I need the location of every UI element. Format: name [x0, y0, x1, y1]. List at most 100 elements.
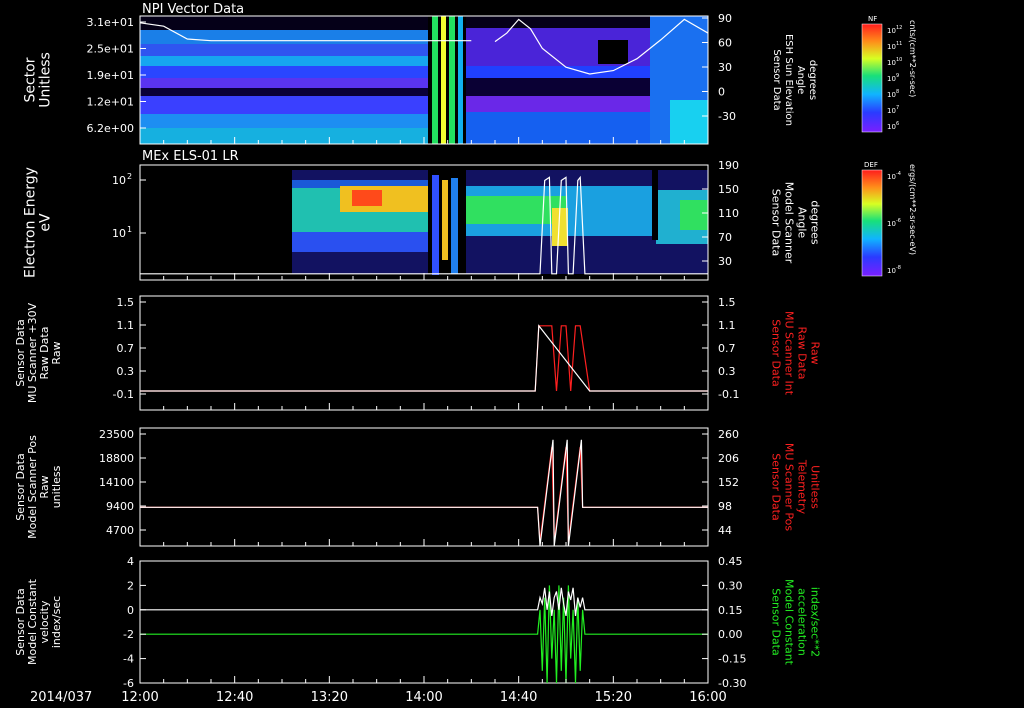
time-tick-label: 14:00 — [405, 690, 442, 705]
scanner_pos-y2tick-label: 44 — [718, 524, 732, 537]
model_const-series-line — [140, 587, 708, 617]
time-tick-label: 16:00 — [689, 690, 726, 705]
scanner_pos-ylabel-line: unitless — [50, 465, 63, 508]
scanner_pos-y2label-line: Unitless — [809, 465, 822, 509]
npi-y2tick-label: 60 — [718, 37, 732, 50]
time-tick-label: 13:20 — [311, 690, 348, 705]
mu_int-y2tick-label: 0.3 — [718, 365, 736, 378]
scanner_pos-y2label-line: Telemetry — [796, 459, 809, 515]
model_const-ytick-label: 4 — [127, 555, 134, 568]
scanner_pos-y2label-line: Sensor Data — [770, 453, 783, 520]
nf-colorbar-tick-exponent: 11 — [896, 41, 902, 47]
model_const-y2tick-label: 0.15 — [718, 604, 743, 617]
model_const-ytick-label: 0 — [127, 604, 134, 617]
scanner_pos-ytick-label: 23500 — [99, 428, 134, 441]
def-colorbar: DEF 10 -410 -610 -8 ergs/(cm**2-sr-sec-eV) — [861, 161, 917, 277]
npi-ytick-label: 1.9e+01 — [87, 69, 134, 82]
time-tick-label: 12:40 — [216, 690, 253, 705]
def-colorbar-ticks: 10 -410 -610 -8 — [887, 171, 901, 275]
els-y2label-line: Sensor Data — [770, 189, 783, 256]
els-title: MEx ELS-01 LR — [142, 149, 239, 164]
els-y2tick-label: 110 — [718, 207, 739, 220]
npi-ytick-label: 1.2e+01 — [87, 96, 134, 109]
nf-colorbar: NF 10 1210 1110 1010 910 810 710 6 cnts/(cm**2-… — [861, 15, 917, 133]
els-ytick-exponent: 1 — [127, 225, 132, 234]
def-colorbar-tick-exponent: -4 — [896, 171, 901, 177]
els-y2label-line: Angle — [796, 207, 809, 239]
npi-ylabel-line: Sector — [23, 57, 39, 102]
scanner_pos-series-line — [140, 446, 708, 542]
mu_int-y2tick-label: -0.1 — [718, 388, 739, 401]
scanner-pos-panel — [139, 427, 709, 547]
npi-y2tick-label: 0 — [718, 86, 725, 99]
mu-int-panel — [139, 295, 709, 411]
model_const-y2label-line: Model Constant — [783, 579, 796, 666]
nf-colorbar-unit: cnts/(cm**2-sr-sec) — [908, 20, 917, 97]
els-ytick-label: 10 — [112, 227, 126, 240]
npi-panel: NPI Vector Data — [139, 2, 709, 145]
model-const-panel — [139, 560, 709, 684]
scanner_pos-y2tick-label: 260 — [718, 428, 739, 441]
npi-y2label-line: ESH Sun Elevation — [783, 34, 794, 126]
npi-y2tick-label: -30 — [718, 110, 736, 123]
model_const-ytick-label: 2 — [127, 579, 134, 592]
els-y2tick-label: 150 — [718, 183, 739, 196]
def-colorbar-gradient — [861, 169, 883, 277]
model_const-y2tick-label: 0.45 — [718, 555, 743, 568]
npi-y2tick-label: 90 — [718, 12, 732, 25]
mu_int-y2label-line: Raw Data — [796, 327, 809, 380]
nf-colorbar-ticks: 10 1210 1110 1010 910 810 710 6 — [887, 25, 902, 131]
model-const-lines — [140, 585, 708, 684]
mu_int-y2tick-label: 1.5 — [718, 296, 736, 309]
model_const-ytick-label: -4 — [123, 653, 134, 666]
model_const-y2label-line: acceleration — [796, 588, 809, 656]
mu_int-y2tick-label: 1.1 — [718, 319, 736, 332]
els-ytick-exponent: 2 — [127, 172, 132, 181]
model_const-series-line — [140, 585, 708, 684]
nf-colorbar-tick-exponent: 12 — [896, 25, 902, 31]
model_const-ytick-label: -6 — [123, 677, 134, 690]
def-colorbar-tick-label: 10 — [887, 267, 896, 275]
mu_int-ytick-label: 1.5 — [117, 296, 135, 309]
def-colorbar-tick-exponent: -6 — [896, 218, 901, 224]
els-spectrogram — [140, 165, 708, 280]
mu_int-y2tick-label: 0.7 — [718, 342, 736, 355]
scanner-pos-lines — [140, 439, 708, 547]
nf-colorbar-title: NF — [868, 15, 877, 23]
scanner_pos-ytick-label: 9400 — [106, 500, 134, 513]
mu_int-y2label-line: Raw — [809, 341, 822, 364]
time-tick-label: 12:00 — [121, 690, 158, 705]
model_const-ylabel-line: index/sec — [50, 596, 63, 648]
mu_int-ytick-label: -0.1 — [113, 388, 134, 401]
scanner-pos-frame — [139, 427, 709, 547]
scanner_pos-y2tick-label: 206 — [718, 452, 739, 465]
nf-colorbar-tick-label: 10 — [887, 91, 896, 99]
def-colorbar-tick-label: 10 — [887, 173, 896, 181]
els-panel: MEx ELS-01 LR — [139, 149, 709, 281]
model_const-ytick-label: -2 — [123, 628, 134, 641]
def-colorbar-unit: ergs/(cm**2-sr-sec-eV) — [908, 164, 917, 255]
scanner_pos-y2tick-label: 98 — [718, 500, 732, 513]
scanner_pos-ytick-label: 14100 — [99, 476, 134, 489]
els-y2tick-label: 30 — [718, 255, 732, 268]
npi-ytick-label: 2.5e+01 — [87, 43, 134, 56]
model-const-frame — [139, 560, 709, 684]
def-colorbar-tick-exponent: -8 — [896, 265, 901, 271]
npi-ytick-label: 3.1e+01 — [87, 16, 134, 29]
els-y2label-line: degrees — [809, 200, 822, 245]
npi-y2tick-label: 30 — [718, 61, 732, 74]
time-tick-label: 15:20 — [595, 690, 632, 705]
npi-ytick-label: 6.2e+00 — [87, 122, 134, 135]
model_const-y2tick-label: -0.15 — [718, 653, 746, 666]
scanner_pos-y2tick-label: 152 — [718, 476, 739, 489]
mu_int-ylabel-line: Raw — [50, 341, 63, 364]
npi-spectrogram — [140, 16, 708, 144]
scanner_pos-series-line — [140, 439, 708, 547]
date-label: 2014/037 — [30, 690, 92, 705]
nf-colorbar-tick-exponent: 6 — [896, 121, 899, 127]
npi-y2label-line: degrees — [807, 60, 818, 100]
nf-colorbar-tick-exponent: 9 — [896, 73, 899, 79]
els-y2label-line: Model Scanner — [783, 182, 796, 264]
mu_int-ytick-label: 1.1 — [117, 319, 135, 332]
scanner_pos-y2label-line: MU Scanner Pos — [783, 443, 796, 532]
